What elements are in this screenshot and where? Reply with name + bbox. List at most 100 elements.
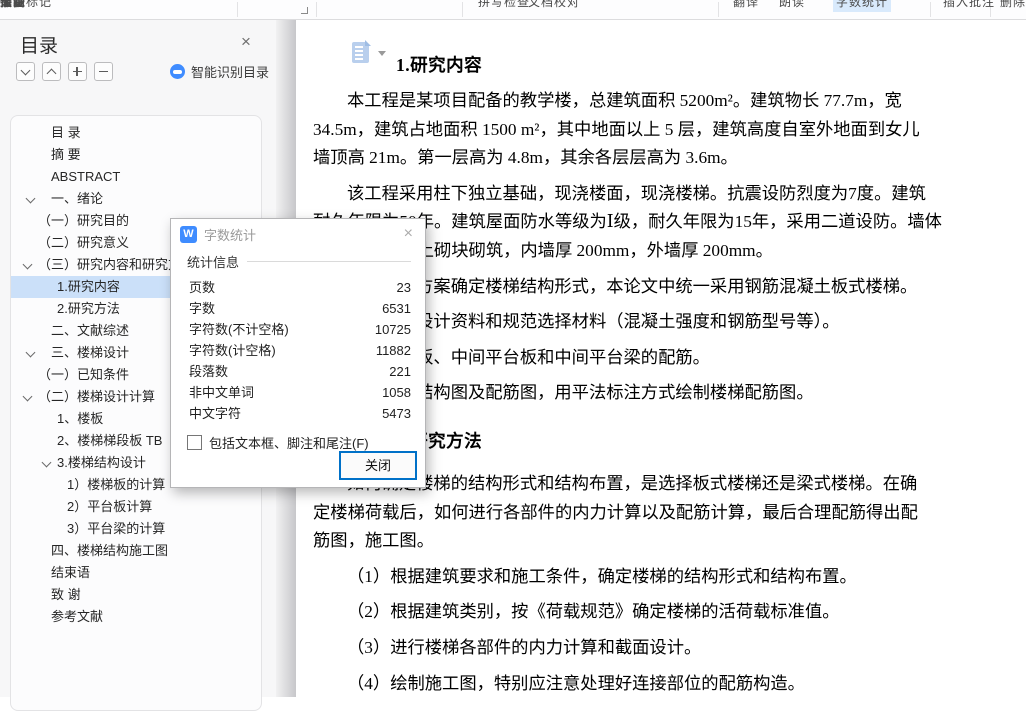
toc-item[interactable]: 结束语 xyxy=(11,562,261,584)
collapse-all-button[interactable] xyxy=(94,62,113,81)
toc-item-label: （二）楼梯设计计算 xyxy=(38,389,156,404)
stat-label: 字符数(不计空格) xyxy=(189,322,289,337)
group-dialog-launcher-icon[interactable] xyxy=(301,7,308,14)
toc-item-label: 参考文献 xyxy=(51,609,104,624)
include-footnotes-label: 包括文本框、脚注和尾注(F) xyxy=(209,436,369,451)
expand-all-button[interactable] xyxy=(68,62,87,81)
word-count-dialog: W 字数统计 × 统计信息 页数 23 字数 6531 字符数(不计空格) 10725 字符… xyxy=(170,218,426,488)
doc-heading: 1.研究内容 xyxy=(396,55,483,75)
toc-item[interactable]: 摘 要 xyxy=(11,144,261,166)
doc-line: 墙顶高 21m。第一层高为 4.8m，其余各层层高为 3.6m。 xyxy=(313,148,738,168)
dialog-title: 字数统计 xyxy=(204,227,257,243)
chevron-down-icon[interactable] xyxy=(22,259,33,270)
toc-item[interactable]: 参考文献 xyxy=(11,606,261,628)
sidebar-title: 目录 xyxy=(20,36,59,57)
chevron-down-icon[interactable] xyxy=(25,193,36,204)
toc-item-label: 1.研究内容 xyxy=(57,279,120,294)
toc-item-label: 摘 要 xyxy=(51,147,81,162)
toolbar-item-clipped[interactable]: 翻译 xyxy=(733,0,759,10)
doc-line: 筋图，施工图。 xyxy=(313,531,434,551)
toc-item-label: 致 谢 xyxy=(51,587,81,602)
toolbar-separator xyxy=(930,2,931,17)
stats-rows: 页数 23 字数 6531 字符数(不计空格) 10725 字符数(计空格) 11882 段落数… xyxy=(187,277,411,424)
toc-item-label: 结束语 xyxy=(51,565,91,580)
toolbar-separator xyxy=(316,2,317,17)
toc-item[interactable]: 3）平台梁的计算 xyxy=(11,518,261,540)
doc-paragraph: 本工程是某项目配备的教学楼，总建筑面积 5200m²。建筑物长 77.7m，宽 3… xyxy=(313,87,991,173)
stat-label: 页数 xyxy=(189,280,216,295)
doc-paragraph: （1）根据建筑要求和施工条件，确定楼梯的结构形式和结构布置。 xyxy=(313,563,991,592)
doc-line: （2）根据建筑类别，按《荷载规范》确定楼梯的活荷载标准值。 xyxy=(347,602,840,622)
toc-item-label: 3）平台梁的计算 xyxy=(67,521,166,536)
doc-paragraph: （3）进行楼梯各部件的内力计算和截面设计。 xyxy=(313,634,991,663)
include-footnotes-checkbox[interactable] xyxy=(187,435,202,450)
toolbar-item-clipped[interactable]: 保护 xyxy=(0,0,26,10)
robot-icon xyxy=(170,64,185,79)
toolbar-item-clipped[interactable]: 文档校对 xyxy=(528,0,580,10)
stat-value: 23 xyxy=(396,280,411,295)
toc-item[interactable]: 致 谢 xyxy=(11,584,261,606)
toc-item[interactable]: 目 录 xyxy=(11,122,261,144)
toolbar-separator xyxy=(718,2,719,17)
toc-item-label: 一、绪论 xyxy=(51,191,104,206)
close-button[interactable]: 关闭 xyxy=(339,451,417,480)
include-footnotes-row: 包括文本框、脚注和尾注(F) xyxy=(187,433,411,452)
toc-controls xyxy=(16,62,113,81)
minus-icon xyxy=(98,70,108,72)
chevron-up-icon xyxy=(46,68,56,78)
stat-label: 段落数 xyxy=(189,364,229,379)
toc-item-label: 2）平台板计算 xyxy=(67,499,153,514)
stat-value: 5473 xyxy=(382,406,411,421)
toc-item[interactable]: 四、楼梯结构施工图 xyxy=(11,540,261,562)
toolbar-item-clipped[interactable]: 拼写检查 xyxy=(478,0,530,10)
wps-logo-icon: W xyxy=(180,225,197,243)
stats-group-label: 统计信息 xyxy=(187,255,240,270)
toolbar-item-clipped[interactable]: 删除 xyxy=(1000,0,1026,10)
toc-item[interactable]: 2）平台板计算 xyxy=(11,496,261,518)
stat-row: 段落数 221 xyxy=(187,361,411,382)
toolbar-item-active[interactable]: 字数统计 xyxy=(833,0,892,12)
stat-label: 字符数(计空格) xyxy=(189,343,276,358)
toc-item-label: 1、楼板 xyxy=(57,411,104,426)
smart-toc-button[interactable]: 智能识别目录 xyxy=(170,62,269,81)
toolbar-item-clipped[interactable]: 朗读 xyxy=(779,0,805,10)
toolbar-separator xyxy=(462,2,463,17)
doc-line: 34.5m，建筑占地面积 1500 m²，其中地面以上 5 层，建筑高度自室外地… xyxy=(313,119,920,139)
stat-label: 字数 xyxy=(189,301,216,316)
stat-value: 10725 xyxy=(374,322,411,337)
toc-item[interactable]: ABSTRACT xyxy=(11,166,261,188)
toc-item[interactable]: 一、绪论 xyxy=(11,188,261,210)
chevron-down-icon[interactable] xyxy=(25,347,36,358)
group-rule xyxy=(247,261,411,262)
doc-line: （1）根据建筑要求和施工条件，确定楼梯的结构形式和结构布置。 xyxy=(347,566,857,586)
doc-line: 定楼梯荷载后，如何进行各部件的内力计算以及配筋计算，最后合理配筋得出配 xyxy=(313,502,918,522)
toc-item-label: ABSTRACT xyxy=(51,169,121,184)
stat-row: 字符数(不计空格) 10725 xyxy=(187,319,411,340)
toolbar-item-clipped[interactable]: 插入批注 xyxy=(943,0,995,10)
chevron-down-icon[interactable] xyxy=(22,391,33,402)
doc-line: （4）绘制施工图，特别应注意处理好连接部位的配筋构造。 xyxy=(347,673,805,693)
dialog-body: 统计信息 页数 23 字数 6531 字符数(不计空格) 10725 字符数(计空格) 118… xyxy=(171,249,425,452)
collapse-down-button[interactable] xyxy=(16,62,35,81)
doc-line: 该工程采用柱下独立基础，现浇楼面，现浇楼梯。抗震设防烈度为7度。建筑 xyxy=(347,183,926,203)
toc-item-label: （一）已知条件 xyxy=(38,367,130,382)
doc-line: （3）进行楼梯各部件的内力计算和截面设计。 xyxy=(347,637,702,657)
toc-item-label: 2、楼梯梯段板 TB xyxy=(57,433,163,448)
sidebar-close-icon[interactable]: × xyxy=(241,32,251,52)
chevron-down-icon xyxy=(20,65,30,75)
doc-line: 本工程是某项目配备的教学楼，总建筑面积 5200m²。建筑物长 77.7m，宽 xyxy=(347,91,902,110)
toc-item-label: 四、楼梯结构施工图 xyxy=(51,543,169,558)
stat-row: 非中文单词 1058 xyxy=(187,382,411,403)
toc-item-label: 目 录 xyxy=(51,125,81,140)
stats-group-header: 统计信息 xyxy=(187,252,411,271)
toc-item-label: 2.研究方法 xyxy=(57,301,120,316)
smart-toc-label: 智能识别目录 xyxy=(191,65,270,80)
toc-item-label: 二、文献综述 xyxy=(51,323,130,338)
toc-item-label: 三、楼梯设计 xyxy=(51,345,130,360)
dialog-close-icon[interactable]: × xyxy=(401,225,416,243)
chevron-down-icon[interactable] xyxy=(41,457,52,468)
stat-label: 非中文单词 xyxy=(189,385,255,400)
dialog-titlebar[interactable]: W 字数统计 × xyxy=(171,219,425,249)
doc-paragraph: （2）根据建筑类别，按《荷载规范》确定楼梯的活荷载标准值。 xyxy=(313,598,991,627)
collapse-up-button[interactable] xyxy=(42,62,61,81)
